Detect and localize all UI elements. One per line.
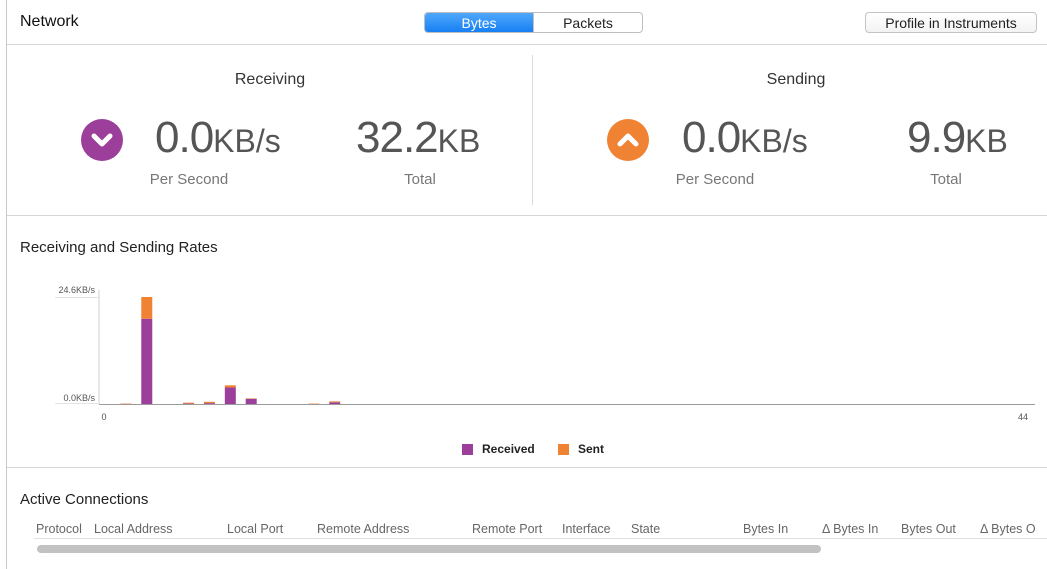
receiving-rate-value: 0.0 (155, 113, 214, 162)
bar-sent-6 (224, 385, 236, 388)
receiving-total-label: Total (404, 171, 436, 188)
legend-received: Received (462, 442, 535, 456)
chevron-up-icon (607, 119, 649, 161)
bar-sent-5 (203, 401, 215, 404)
column-header-local-address[interactable]: Local Address (94, 522, 173, 536)
column-header-remote-address[interactable]: Remote Address (317, 522, 409, 536)
legend-swatch-received (462, 443, 473, 455)
column-header-delta-bytes-out[interactable]: Δ Bytes O (980, 522, 1036, 536)
connections-table-header: Protocol Local Address Local Port Remote… (34, 520, 1047, 539)
chart-bars (120, 297, 341, 404)
receiving-total: 32.2KB (356, 113, 480, 163)
profile-in-instruments-button[interactable]: Profile in Instruments (865, 12, 1037, 33)
column-header-protocol[interactable]: Protocol (36, 522, 82, 536)
scrollbar-thumb[interactable] (37, 545, 821, 553)
receiving-total-value: 32.2 (356, 113, 439, 162)
active-connections-title: Active Connections (20, 491, 149, 508)
x-tick-label-end: 44 (1018, 412, 1028, 422)
page-title: Network (20, 13, 79, 30)
receiving-rate-unit: KB/s (213, 123, 281, 159)
sending-rate-unit: KB/s (740, 123, 808, 159)
header-bar: Network Bytes Packets Profile in Instrum… (7, 0, 1047, 45)
bar-sent-11 (329, 401, 341, 403)
sending-total: 9.9KB (907, 113, 1008, 163)
sending-rate: 0.0KB/s (682, 113, 808, 163)
column-header-state[interactable]: State (631, 522, 660, 536)
x-tick-label-start: 0 (101, 412, 106, 422)
legend-sent: Sent (558, 442, 604, 456)
summary-panel: Receiving 0.0KB/s Per Second 32.2KB Tota… (7, 45, 1047, 216)
tab-bytes[interactable]: Bytes (425, 13, 533, 32)
sending-total-label: Total (930, 171, 962, 188)
legend-swatch-sent (558, 443, 569, 455)
chevron-down-icon (81, 119, 123, 161)
column-header-interface[interactable]: Interface (562, 522, 611, 536)
receiving-rate: 0.0KB/s (155, 113, 281, 163)
sending-rate-value: 0.0 (682, 113, 741, 162)
network-panel: Network Bytes Packets Profile in Instrum… (6, 0, 1047, 569)
bar-received-6 (224, 387, 236, 404)
receiving-total-unit: KB (437, 123, 481, 159)
receiving-title: Receiving (234, 71, 306, 88)
bar-sent-4 (183, 402, 195, 404)
receiving-rate-label: Per Second (149, 171, 229, 188)
bar-sent-2 (141, 297, 153, 319)
column-header-bytes-out[interactable]: Bytes Out (901, 522, 956, 536)
bar-received-7 (245, 398, 257, 404)
y-tick-label-max: 24.6KB/s (58, 285, 95, 295)
column-header-local-port[interactable]: Local Port (227, 522, 283, 536)
summary-divider (532, 55, 533, 205)
tab-packets[interactable]: Packets (533, 13, 642, 32)
bar-received-2 (141, 318, 153, 404)
unit-segmented-control: Bytes Packets (424, 12, 643, 33)
legend-label-sent: Sent (578, 442, 605, 456)
bar-received-5 (203, 403, 215, 404)
rates-chart-section: Receiving and Sending Rates 24.6KB/s 0.0… (7, 216, 1047, 468)
column-header-delta-bytes-in[interactable]: Δ Bytes In (822, 522, 878, 536)
column-header-bytes-in[interactable]: Bytes In (743, 522, 788, 536)
column-header-remote-port[interactable]: Remote Port (472, 522, 542, 536)
horizontal-scrollbar[interactable] (34, 543, 1047, 555)
active-connections-section: Active Connections Protocol Local Addres… (7, 468, 1047, 569)
sending-rate-label: Per Second (675, 171, 755, 188)
bar-received-11 (329, 402, 341, 404)
sending-total-unit: KB (965, 123, 1008, 159)
sending-title: Sending (766, 71, 826, 88)
y-tick-label-min: 0.0KB/s (63, 393, 95, 403)
rates-chart: 24.6KB/s 0.0KB/s 0 44 (55, 285, 1035, 422)
legend-label-received: Received (482, 442, 535, 456)
sending-total-value: 9.9 (907, 113, 966, 162)
